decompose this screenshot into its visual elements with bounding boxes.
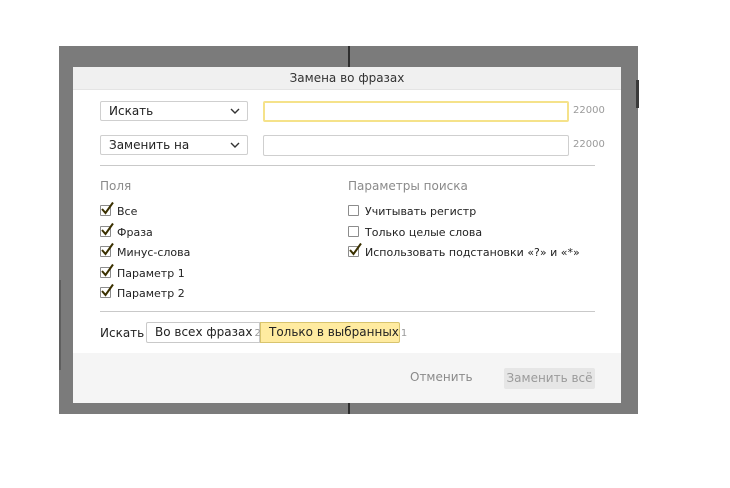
scope-option-count: 1	[400, 328, 408, 339]
fields-title: Поля	[100, 179, 132, 193]
divider	[100, 165, 595, 166]
checkbox-label: Учитывать регистр	[365, 205, 477, 218]
checkbox-label: Только целые слова	[365, 225, 483, 239]
replace-mode-select[interactable]: Заменить на	[100, 135, 248, 155]
checkbox[interactable]	[348, 242, 362, 257]
chevron-down-icon	[230, 108, 240, 114]
background-panel-edge	[59, 280, 61, 370]
checkbox[interactable]	[100, 242, 114, 257]
background-divider-bottom	[348, 402, 350, 414]
search-params-title: Параметры поиска	[348, 179, 468, 193]
replace-char-limit: 22000	[573, 139, 605, 150]
cancel-button[interactable]: Отменить	[410, 367, 473, 387]
checkmark-icon	[101, 201, 114, 215]
scope-option-label: Только в выбранных	[269, 325, 399, 339]
checkbox[interactable]	[100, 222, 114, 237]
background-scroll-edge	[636, 80, 639, 108]
checkbox[interactable]	[100, 201, 114, 216]
scope-option-label: Во всех фразах	[155, 325, 253, 339]
checkbox-label: Минус-слова	[117, 246, 191, 259]
checkbox-label: Параметр 1	[117, 266, 185, 280]
scope-label: Искать	[100, 326, 145, 340]
checkbox-label: Все	[117, 205, 138, 218]
checkmark-icon	[101, 222, 114, 236]
checkbox-label: Использовать подстановки «?» и «*»	[365, 246, 580, 259]
checkbox[interactable]	[348, 205, 359, 216]
scope-selected-only-button[interactable]: Только в выбранных 1	[260, 322, 407, 343]
replace-input[interactable]	[263, 135, 569, 156]
replace-mode-label: Заменить на	[109, 138, 190, 152]
checkbox-label: Параметр 2	[117, 287, 185, 300]
checkmark-icon	[101, 263, 114, 277]
checkmark-icon	[349, 242, 362, 256]
search-input[interactable]	[263, 101, 569, 122]
chevron-down-icon	[230, 142, 240, 148]
search-mode-label: Искать	[109, 104, 154, 118]
checkbox-label: Фраза	[117, 225, 153, 239]
checkbox[interactable]	[100, 283, 114, 298]
checkbox[interactable]	[100, 263, 114, 278]
search-char-limit: 22000	[573, 105, 605, 116]
background-divider-top	[348, 46, 350, 68]
checkbox[interactable]	[348, 225, 359, 237]
checkmark-icon	[101, 283, 114, 297]
dialog-title: Замена во фразах	[73, 67, 621, 90]
search-mode-select[interactable]: Искать	[100, 101, 248, 121]
divider	[100, 311, 595, 312]
scope-all-phrases-button[interactable]: Во всех фразах 2	[146, 322, 261, 343]
replace-dialog: Замена во фразах Искать 22000 Заменить н…	[73, 67, 621, 403]
replace-all-button[interactable]: Заменить всё	[504, 368, 595, 389]
checkmark-icon	[101, 242, 114, 256]
